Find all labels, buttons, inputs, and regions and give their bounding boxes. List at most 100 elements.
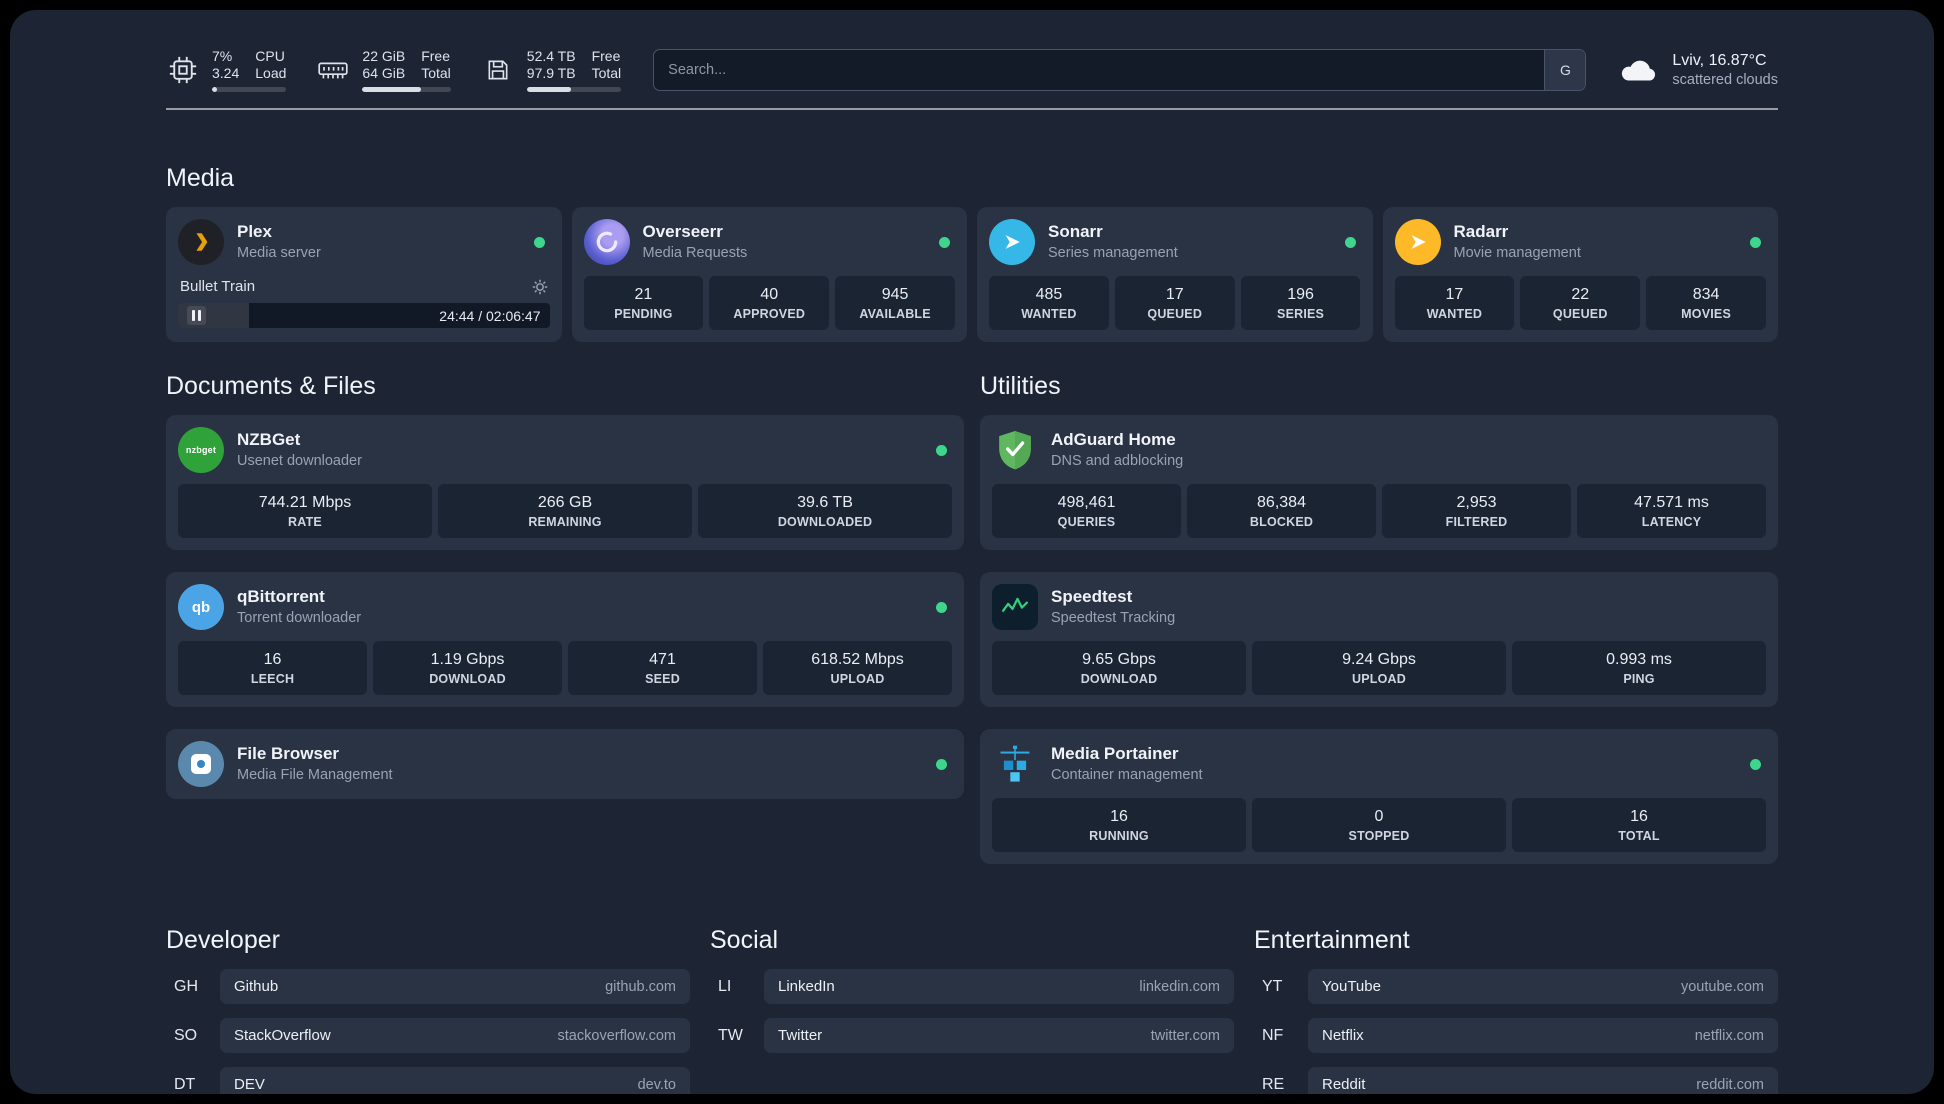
stat-label: SERIES xyxy=(1277,307,1325,321)
bookmark-url: youtube.com xyxy=(1680,978,1764,995)
media-cards: Plex Media server Bullet Train 24:44 / 02:0… xyxy=(166,207,1778,342)
service-description: Media server xyxy=(237,245,321,262)
stat-label: QUEUED xyxy=(1147,307,1203,321)
bookmark-link-reddit[interactable]: Reddit reddit.com xyxy=(1308,1067,1778,1094)
service-text: Overseerr Media Requests xyxy=(643,221,748,262)
memory-free-value: 22 GiB xyxy=(362,48,406,64)
search-engine-button[interactable]: G xyxy=(1544,50,1586,90)
service-card-qbittorrent[interactable]: qb qBittorrent Torrent downloader 16 LEECH 1.… xyxy=(166,572,964,707)
stat-value: 22 xyxy=(1571,286,1590,303)
disk-free-value: 52.4 TB xyxy=(526,48,576,64)
service-card-nzbget[interactable]: nzbget NZBGet Usenet downloader 744.21 Mbps… xyxy=(166,415,964,550)
bookmark-name: Github xyxy=(234,978,279,995)
stat-tile: 16 LEECH xyxy=(178,641,367,695)
service-name: Plex xyxy=(237,222,272,242)
service-card-header: qb qBittorrent Torrent downloader xyxy=(178,584,952,630)
stat-value: 9.65 Gbps xyxy=(1082,651,1156,668)
bookmark-url: linkedin.com xyxy=(1139,978,1220,995)
service-text: qBittorrent Torrent downloader xyxy=(237,586,361,627)
status-dot xyxy=(1344,236,1356,248)
service-text: File Browser Media File Management xyxy=(237,743,393,784)
bookmark-link-stackoverflow[interactable]: StackOverflow stackoverflow.com xyxy=(220,1018,690,1053)
stat-label: LEECH xyxy=(250,672,295,686)
stat-label: UPLOAD xyxy=(830,672,885,686)
bookmark-group-title: Social xyxy=(710,926,779,954)
service-stats: 16 LEECH 1.19 Gbps DOWNLOAD 471 SEED 618.52 Mb… xyxy=(178,641,952,695)
portainer-icon xyxy=(992,741,1038,787)
qbittorrent-icon: qb xyxy=(178,584,224,630)
disk-icon xyxy=(481,57,515,83)
disk-widget: 52.4 TB Free 97.9 TB Total xyxy=(481,48,622,92)
stat-tile: 471 SEED xyxy=(568,641,757,695)
search-input[interactable] xyxy=(654,50,1545,90)
service-card-portainer[interactable]: Media Portainer Container management 16 RUN… xyxy=(980,729,1778,864)
stat-value: 86,384 xyxy=(1257,494,1306,511)
stat-tile: 196 SERIES xyxy=(1240,276,1361,330)
bookmark-link-github[interactable]: Github github.com xyxy=(220,969,690,1004)
stat-tile: 47.571 ms LATENCY xyxy=(1577,484,1766,538)
stat-tile: 9.65 Gbps DOWNLOAD xyxy=(992,641,1246,695)
service-card-adguard[interactable]: AdGuard Home DNS and adblocking 498,461 QUE… xyxy=(980,415,1778,550)
documents-cards: nzbget NZBGet Usenet downloader 744.21 Mbps… xyxy=(166,415,964,799)
bookmark-url: dev.to xyxy=(637,1076,676,1093)
service-stats: 16 RUNNING 0 STOPPED 16 TOTAL xyxy=(992,798,1766,852)
stat-label: STOPPED xyxy=(1348,829,1410,843)
weather-widget[interactable]: Lviv, 16.87°C scattered clouds xyxy=(1618,52,1778,88)
stat-label: APPROVED xyxy=(733,307,806,321)
service-card-header: Radarr Movie management xyxy=(1394,219,1767,265)
sonarr-icon xyxy=(989,219,1035,265)
service-text: AdGuard Home DNS and adblocking xyxy=(1051,429,1183,470)
bookmark-link-linkedin[interactable]: LinkedIn linkedin.com xyxy=(764,969,1234,1004)
stat-value: 40 xyxy=(760,286,779,303)
service-name: File Browser xyxy=(237,744,340,764)
service-card-overseerr[interactable]: Overseerr Media Requests 21 PENDING 40 APPROV… xyxy=(571,207,967,342)
nzbget-icon: nzbget xyxy=(178,427,224,473)
service-card-header: nzbget NZBGet Usenet downloader xyxy=(178,427,952,473)
service-card-header: Plex Media server xyxy=(178,219,550,265)
bookmark-row: LI LinkedIn linkedin.com xyxy=(710,969,1234,1004)
service-card-plex[interactable]: Plex Media server Bullet Train 24:44 / 02:0… xyxy=(166,207,562,342)
utilities-cards: AdGuard Home DNS and adblocking 498,461 QUE… xyxy=(980,415,1778,864)
stat-tile: 0 STOPPED xyxy=(1252,798,1506,852)
bookmark-row: DT DEV dev.to xyxy=(166,1067,690,1094)
service-name: Speedtest xyxy=(1051,587,1133,607)
bookmark-group-social: Social LI LinkedIn linkedin.com TW Twitter twi… xyxy=(710,926,1234,1067)
playback-time: 24:44 / 02:06:47 xyxy=(439,307,541,324)
service-card-speedtest[interactable]: Speedtest Speedtest Tracking 9.65 Gbps DOWN… xyxy=(980,572,1778,707)
stat-label: BLOCKED xyxy=(1249,515,1314,529)
stat-label: PENDING xyxy=(614,307,673,321)
plex-icon xyxy=(178,219,224,265)
service-card-filebrowser[interactable]: File Browser Media File Management xyxy=(166,729,964,799)
service-card-sonarr[interactable]: Sonarr Series management 485 WANTED 17 QUEUED… xyxy=(977,207,1373,342)
service-description: Torrent downloader xyxy=(237,610,362,627)
gear-icon[interactable] xyxy=(532,279,548,295)
memory-free-label: Free xyxy=(421,48,451,64)
adguard-icon xyxy=(992,427,1038,473)
stat-value: 17 xyxy=(1165,286,1184,303)
bookmark-row: RE Reddit reddit.com xyxy=(1254,1067,1778,1094)
bookmark-link-dev[interactable]: DEV dev.to xyxy=(220,1067,690,1094)
stat-value: 471 xyxy=(649,651,676,668)
section-title-utilities: Utilities xyxy=(980,372,1061,400)
bookmark-link-netflix[interactable]: Netflix netflix.com xyxy=(1308,1018,1778,1053)
service-name: Overseerr xyxy=(642,222,723,242)
service-description: Media Requests xyxy=(642,245,748,262)
bookmark-link-twitter[interactable]: Twitter twitter.com xyxy=(764,1018,1234,1053)
now-playing-title: Bullet Train xyxy=(180,278,256,295)
service-text: Media Portainer Container management xyxy=(1051,743,1203,784)
service-description: Movie management xyxy=(1453,245,1581,262)
service-card-radarr[interactable]: Radarr Movie management 17 WANTED 22 QUEUED 83… xyxy=(1382,207,1778,342)
service-text: Sonarr Series management xyxy=(1048,221,1178,262)
stat-tile: 1.19 Gbps DOWNLOAD xyxy=(373,641,562,695)
bookmark-link-youtube[interactable]: YouTube youtube.com xyxy=(1308,969,1778,1004)
pause-button[interactable] xyxy=(187,306,206,325)
stat-value: 744.21 Mbps xyxy=(258,494,352,511)
stat-tile: 618.52 Mbps UPLOAD xyxy=(763,641,952,695)
playback-progress-bar: 24:44 / 02:06:47 xyxy=(178,303,550,328)
stat-tile: 21 PENDING xyxy=(583,276,704,330)
cpu-load-value: 3.24 xyxy=(212,65,240,81)
stat-value: 21 xyxy=(634,286,653,303)
memory-progress-bar xyxy=(362,87,451,92)
filebrowser-icon xyxy=(178,741,224,787)
topbar-divider xyxy=(166,108,1778,110)
